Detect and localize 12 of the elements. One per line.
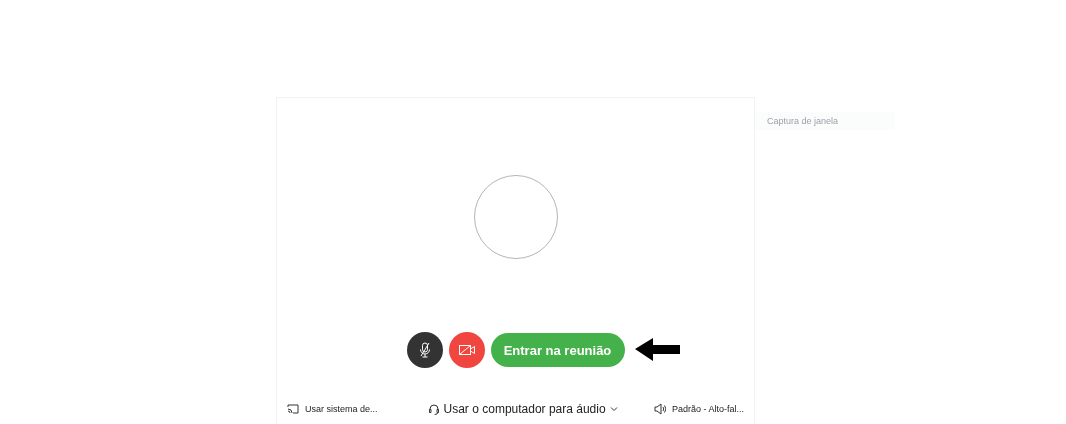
cast-icon: [287, 404, 299, 414]
arrow-icon: [634, 337, 681, 361]
chevron-down-icon: [609, 406, 618, 412]
camera-icon: [457, 343, 476, 357]
microphone-icon: [417, 342, 432, 358]
microphone-button[interactable]: [406, 332, 443, 368]
headset-icon: [427, 403, 440, 415]
audio-option[interactable]: Usar o computador para áudio: [443, 402, 606, 416]
camera-button[interactable]: [448, 332, 485, 368]
share-system-label[interactable]: Usar sistema de...: [305, 404, 378, 414]
speaker-option[interactable]: Padrão - Alto-fal...: [671, 404, 744, 414]
speaker-icon: [653, 403, 666, 415]
